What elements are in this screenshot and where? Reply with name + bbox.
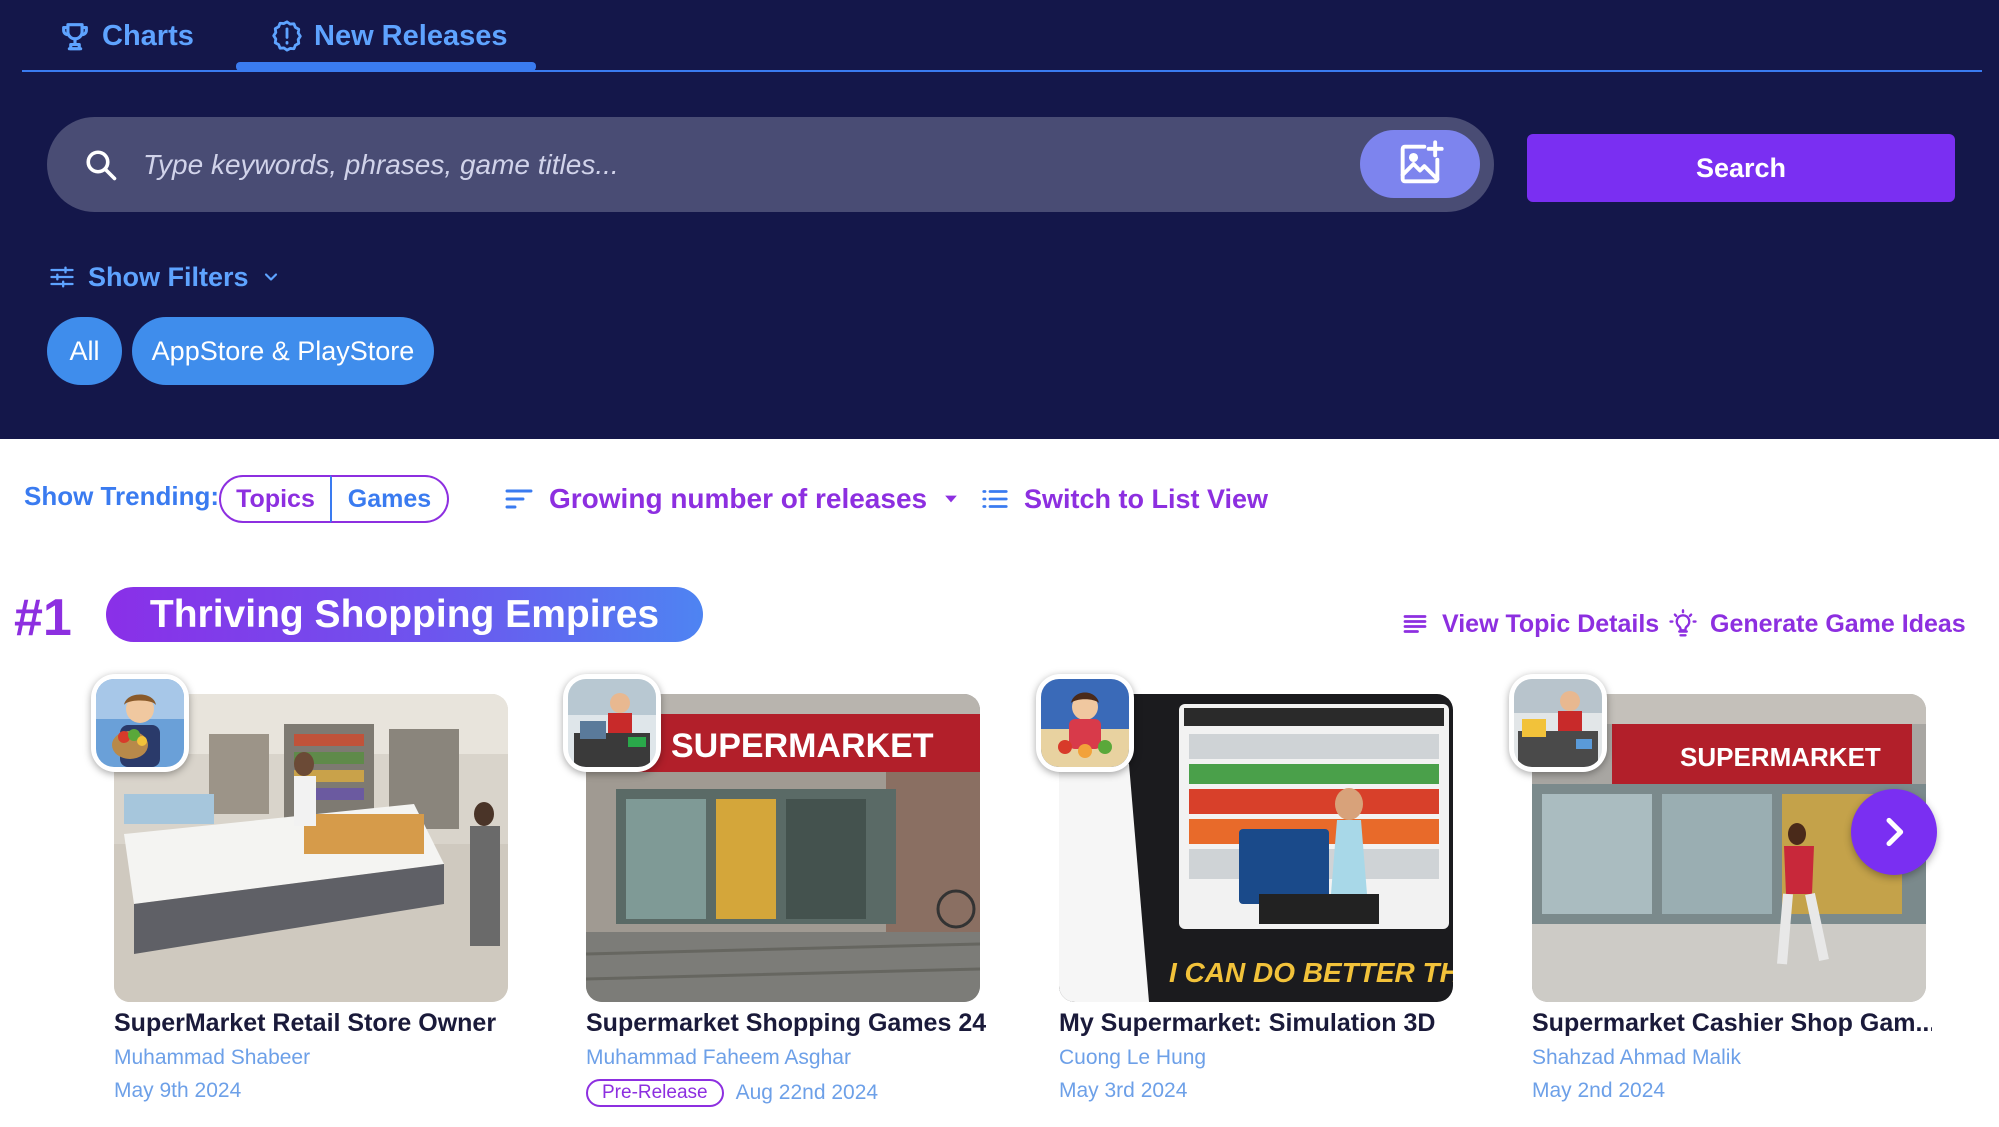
lightbulb-icon <box>1669 609 1697 637</box>
search-bar <box>47 117 1494 212</box>
release-date: Aug 22nd 2024 <box>735 1081 879 1104</box>
release-info: May 2nd 2024 <box>1532 1079 1665 1103</box>
view-topic-details-button[interactable]: View Topic Details <box>1400 605 1659 643</box>
game-developer[interactable]: Muhammad Faheem Asghar <box>586 1046 851 1070</box>
app-root: Charts New Releases Type keywords, phras… <box>0 0 1999 1127</box>
filter-chip-stores[interactable]: AppStore & PlayStore <box>132 317 434 385</box>
tab-charts[interactable]: Charts <box>58 16 194 56</box>
image-plus-icon <box>1400 140 1444 184</box>
game-card[interactable]: I CAN DO BETTER THAN T My Supermarket: S… <box>1036 674 1456 1114</box>
carousel-next-button[interactable] <box>1851 789 1937 875</box>
release-info: May 9th 2024 <box>114 1079 241 1103</box>
game-title[interactable]: Supermarket Shopping Games 24 <box>586 1009 986 1038</box>
sort-dropdown[interactable]: Growing number of releases <box>503 478 961 520</box>
details-lines-icon <box>1403 615 1427 633</box>
store-sign-text: SUPERMARKET <box>671 727 934 765</box>
filter-chip-all[interactable]: All <box>47 317 122 385</box>
tab-bar: Charts New Releases <box>22 0 1982 72</box>
search-input[interactable] <box>143 139 1343 191</box>
generate-game-ideas-label: Generate Game Ideas <box>1710 609 1966 638</box>
game-title[interactable]: SuperMarket Retail Store Owner <box>114 1009 514 1038</box>
alert-badge-icon <box>272 20 302 52</box>
promo-banner-text: I CAN DO BETTER THAN T <box>1169 957 1453 988</box>
chevron-down-icon <box>264 273 277 281</box>
trending-games-toggle[interactable]: Games <box>330 475 449 523</box>
chevron-right-icon <box>1886 817 1904 847</box>
release-date: May 9th 2024 <box>114 1079 242 1102</box>
game-title[interactable]: Supermarket Cashier Shop Gam... <box>1532 1009 1932 1038</box>
game-developer[interactable]: Muhammad Shabeer <box>114 1046 310 1070</box>
image-search-button[interactable] <box>1360 130 1480 198</box>
tab-label: Charts <box>102 19 194 52</box>
view-topic-details-label: View Topic Details <box>1442 609 1660 638</box>
switch-list-view-button[interactable]: Switch to List View <box>980 478 1268 520</box>
tab-new-releases[interactable]: New Releases <box>270 16 507 56</box>
list-view-label: Switch to List View <box>1024 483 1269 514</box>
trending-topics-toggle[interactable]: Topics <box>219 475 332 523</box>
caret-down-icon <box>945 495 957 503</box>
search-button[interactable]: Search <box>1527 134 1955 202</box>
game-card[interactable]: SUPERMARKET Supermarket Cashier Shop Gam… <box>1509 674 1932 1114</box>
release-info: Pre-Release Aug 22nd 2024 <box>586 1079 878 1107</box>
release-date: May 2nd 2024 <box>1532 1079 1666 1102</box>
sort-label: Growing number of releases <box>549 483 928 514</box>
release-info: May 3rd 2024 <box>1059 1079 1187 1103</box>
list-icon <box>982 490 1008 508</box>
app-icon <box>1036 674 1134 772</box>
filter-sliders-icon <box>50 266 74 288</box>
tab-label: New Releases <box>314 19 508 52</box>
trophy-icon <box>62 23 88 51</box>
sort-icon <box>505 489 533 509</box>
game-developer[interactable]: Cuong Le Hung <box>1059 1046 1206 1070</box>
release-date: May 3rd 2024 <box>1059 1079 1188 1102</box>
game-card[interactable]: SUPERMARKET Supermarket Shopping Games 2… <box>563 674 986 1114</box>
active-tab-indicator <box>236 62 536 71</box>
app-icon <box>563 674 661 772</box>
search-icon <box>86 150 117 181</box>
show-filters-toggle[interactable]: Show Filters <box>48 258 281 296</box>
game-card[interactable]: SuperMarket Retail Store Owner Muhammad … <box>91 674 511 1114</box>
app-icon <box>1509 674 1607 772</box>
topic-rank: #1 <box>14 589 72 647</box>
store-sign-text: SUPERMARKET <box>1680 742 1881 772</box>
show-filters-label: Show Filters <box>88 261 249 292</box>
app-icon <box>91 674 189 772</box>
topic-title: Thriving Shopping Empires <box>106 587 703 642</box>
generate-game-ideas-button[interactable]: Generate Game Ideas <box>1668 605 1966 643</box>
game-developer[interactable]: Shahzad Ahmad Malik <box>1532 1046 1741 1070</box>
show-trending-label: Show Trending: <box>24 481 219 511</box>
pre-release-badge: Pre-Release <box>586 1079 724 1107</box>
header-panel: Charts New Releases Type keywords, phras… <box>0 0 1999 439</box>
game-title[interactable]: My Supermarket: Simulation 3D <box>1059 1009 1459 1038</box>
